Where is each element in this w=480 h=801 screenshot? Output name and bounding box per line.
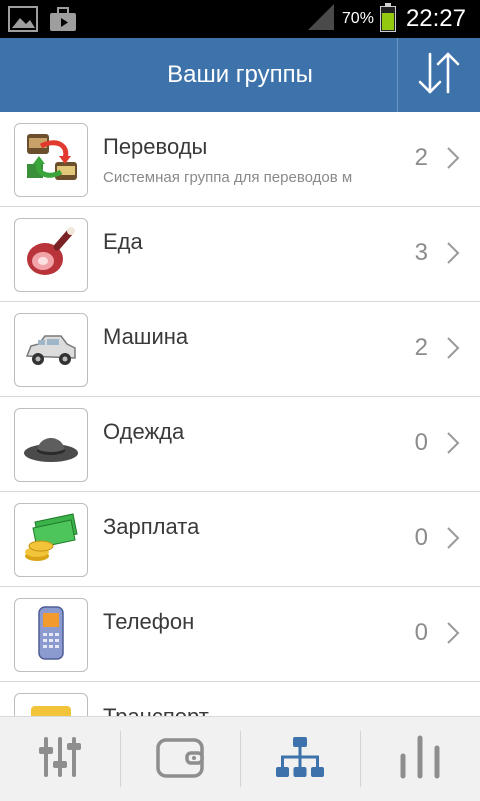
group-thumb [14, 313, 88, 387]
app-header: Ваши группы [0, 38, 480, 112]
ham-icon [21, 223, 81, 288]
group-thumb [14, 598, 88, 672]
list-item[interactable]: Переводы Системная группа для переводов … [0, 112, 480, 207]
group-count: 3 [414, 239, 428, 266]
tab-settings[interactable] [0, 717, 120, 801]
hat-icon [21, 413, 81, 478]
chevron-right-icon [446, 241, 460, 270]
chevron-right-icon [446, 526, 460, 555]
tab-groups[interactable] [240, 717, 360, 801]
chevron-right-icon [446, 431, 460, 460]
list-item[interactable]: Зарплата 0 [0, 492, 480, 587]
list-item[interactable]: Телефон 0 [0, 587, 480, 682]
bar-chart-icon [395, 734, 445, 785]
list-item[interactable]: Транспорт [0, 682, 480, 716]
signal-icon [306, 3, 336, 36]
list-item[interactable]: Машина 2 [0, 302, 480, 397]
group-name: Еда [103, 229, 143, 254]
group-name: Переводы [103, 134, 208, 159]
phone-icon [21, 603, 81, 668]
bottom-tab-bar [0, 716, 480, 801]
group-description: Системная группа для переводов м [103, 169, 353, 186]
group-count: 2 [414, 334, 428, 361]
group-thumb [14, 218, 88, 292]
list-item[interactable]: Одежда 0 [0, 397, 480, 492]
battery-level [381, 13, 394, 30]
battery-percent: 70% [341, 10, 374, 27]
transport-icon [21, 698, 81, 716]
group-thumb [14, 503, 88, 577]
group-count: 2 [414, 144, 428, 171]
money-icon [21, 508, 81, 573]
group-name: Одежда [103, 419, 185, 444]
status-bar: 70% 22:27 [0, 0, 480, 38]
chevron-right-icon [446, 146, 460, 175]
groups-list: Переводы Системная группа для переводов … [0, 112, 480, 716]
group-name: Транспорт [103, 704, 209, 716]
sliders-icon [38, 735, 82, 784]
wallet-icon [155, 735, 205, 784]
group-thumb [14, 408, 88, 482]
group-name: Телефон [103, 609, 195, 634]
tab-stats[interactable] [360, 717, 480, 801]
image-icon [8, 6, 38, 37]
tab-wallet[interactable] [120, 717, 240, 801]
sort-button[interactable] [397, 38, 480, 112]
clock: 22:27 [405, 5, 466, 32]
group-name: Зарплата [103, 514, 200, 539]
group-count: 0 [414, 429, 428, 456]
group-thumb [14, 123, 88, 197]
group-thumb [14, 693, 88, 716]
transfer-icon [21, 128, 81, 193]
briefcase-icon [48, 6, 78, 37]
list-item[interactable]: Еда 3 [0, 207, 480, 302]
car-icon [21, 318, 81, 383]
chevron-right-icon [446, 336, 460, 365]
chevron-right-icon [446, 621, 460, 650]
group-name: Машина [103, 324, 189, 349]
battery-icon [379, 3, 396, 32]
page-title: Ваши группы [167, 61, 313, 88]
sort-arrows-icon [414, 50, 464, 101]
hierarchy-icon [274, 735, 326, 784]
group-count: 0 [414, 619, 428, 646]
group-count: 0 [414, 524, 428, 551]
